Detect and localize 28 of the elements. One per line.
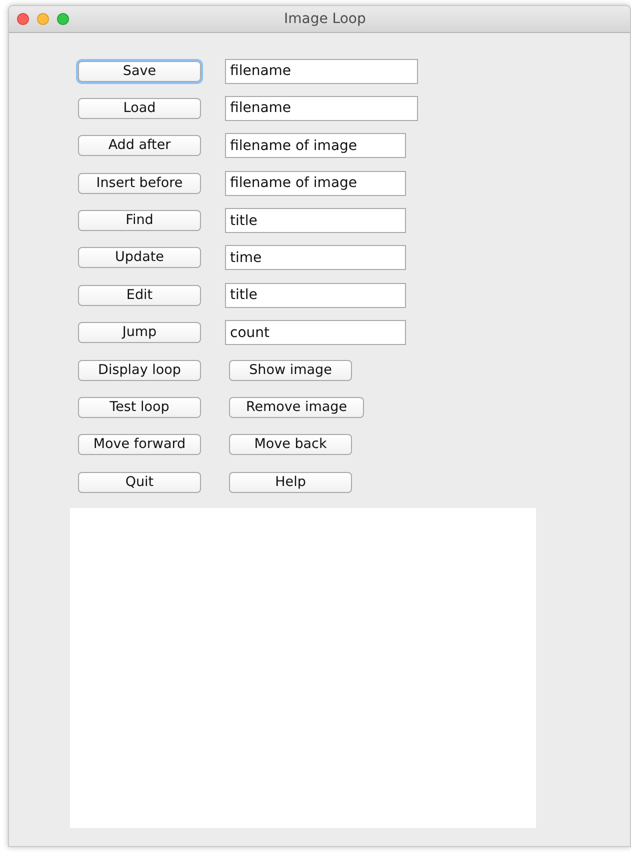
input-field[interactable]: filename of image [225, 170, 406, 196]
input-field[interactable]: filename [225, 58, 418, 84]
action-button[interactable]: Add after [78, 135, 201, 156]
close-button[interactable] [17, 13, 29, 25]
action-button[interactable]: Test loop [78, 397, 201, 418]
action-button[interactable]: Display loop [78, 360, 201, 381]
input-field[interactable]: filename of image [225, 133, 406, 158]
input-field[interactable]: time [225, 245, 406, 270]
action-button[interactable]: Find [78, 210, 201, 232]
input-field[interactable]: title [225, 282, 406, 308]
action-button[interactable]: Quit [78, 472, 201, 493]
action-button[interactable]: Update [78, 247, 201, 268]
action-button[interactable]: Jump [78, 322, 201, 344]
action-button[interactable]: Help [229, 472, 352, 493]
action-button[interactable]: Move forward [78, 434, 201, 456]
input-field[interactable]: filename [225, 96, 418, 121]
action-button[interactable]: Load [78, 98, 201, 119]
action-button[interactable]: Move back [229, 434, 352, 456]
action-button[interactable]: Remove image [229, 397, 364, 418]
input-field[interactable]: title [225, 208, 406, 234]
action-button[interactable]: Show image [229, 360, 352, 381]
window-title: Image Loop [284, 10, 366, 28]
zoom-button[interactable] [57, 13, 69, 25]
minimize-button[interactable] [37, 13, 49, 25]
focused-button[interactable]: Save [78, 60, 201, 82]
input-field[interactable]: count [225, 320, 406, 346]
action-button[interactable]: Edit [78, 284, 201, 306]
action-button[interactable]: Insert before [78, 172, 201, 194]
